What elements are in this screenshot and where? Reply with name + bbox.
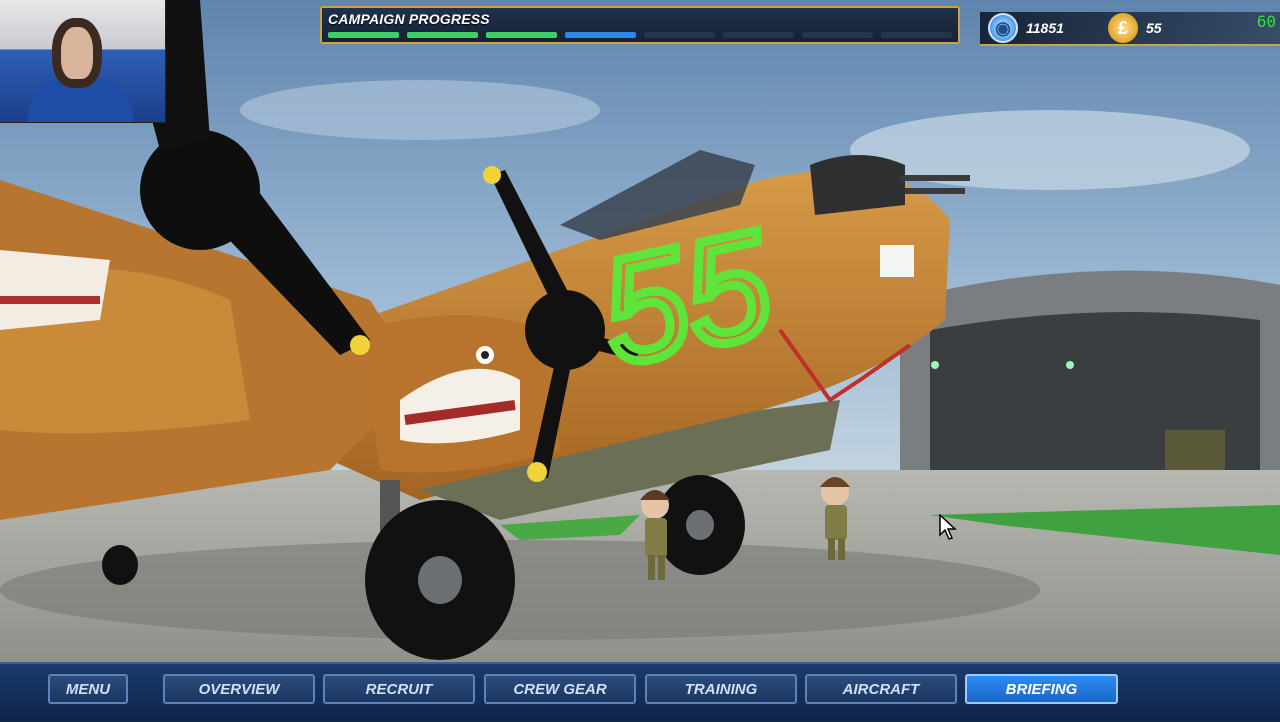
tab-crew-gear[interactable]: CREW GEAR (484, 674, 636, 704)
cloud (240, 80, 600, 140)
progress-segment (565, 32, 636, 38)
pound-coin-icon: £ (1108, 13, 1138, 43)
progress-segment (407, 32, 478, 38)
progress-segment (328, 32, 399, 38)
money-counter: £ 55 (1108, 12, 1162, 44)
tab-training[interactable]: TRAINING (645, 674, 797, 704)
campaign-progress-bar (328, 32, 952, 38)
bottom-nav-bar: MENU OVERVIEW RECRUIT CREW GEAR TRAINING… (0, 662, 1280, 722)
hangar (900, 270, 1280, 500)
tab-briefing[interactable]: BRIEFING (965, 674, 1118, 704)
webcam-overlay (0, 0, 166, 123)
reputation-icon: ◉ (988, 13, 1018, 43)
reputation-counter: ◉ 11851 (988, 12, 1064, 44)
campaign-progress-panel: CAMPAIGN PROGRESS (320, 6, 960, 44)
reputation-value: 11851 (1026, 20, 1064, 36)
progress-segment (486, 32, 557, 38)
streamer-head (52, 18, 102, 88)
progress-segment (644, 32, 715, 38)
tab-overview[interactable]: OVERVIEW (163, 674, 315, 704)
nose-art-number: 55 (587, 198, 786, 397)
campaign-progress-title: CAMPAIGN PROGRESS (328, 11, 490, 27)
progress-segment (881, 32, 952, 38)
fps-counter: 60 (1256, 12, 1276, 31)
progress-segment (802, 32, 873, 38)
resources-panel: ◉ 11851 £ 55 60 (980, 12, 1280, 46)
tab-aircraft[interactable]: AIRCRAFT (805, 674, 957, 704)
game-scene[interactable]: 55 (0, 0, 1280, 720)
money-value: 55 (1146, 20, 1162, 36)
mouse-cursor-icon (939, 514, 957, 540)
tab-recruit[interactable]: RECRUIT (323, 674, 475, 704)
menu-button[interactable]: MENU (48, 674, 128, 704)
aircraft-shadow (0, 540, 1040, 640)
progress-segment (723, 32, 794, 38)
